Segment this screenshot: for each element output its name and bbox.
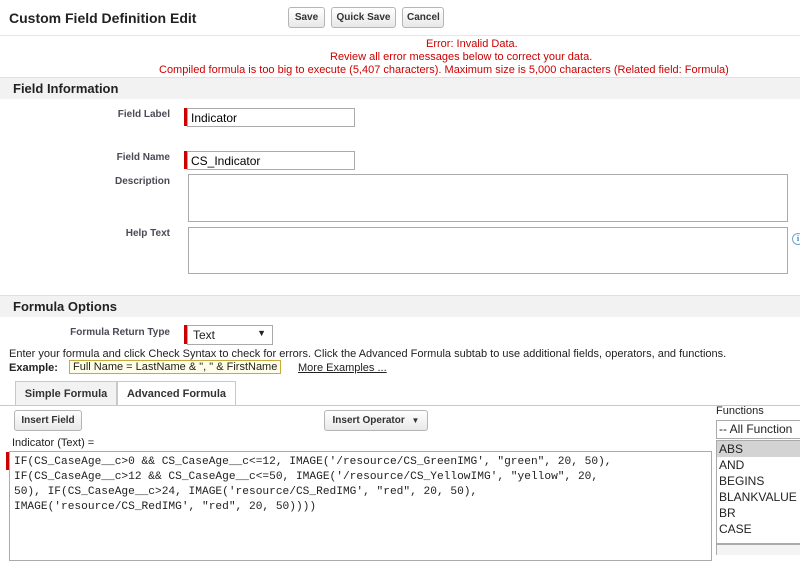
- insert-field-button[interactable]: Insert Field: [14, 410, 82, 431]
- tab-simple-formula[interactable]: Simple Formula: [15, 381, 117, 405]
- description-label: Description: [114, 176, 170, 187]
- field-label-label: Field Label: [117, 109, 170, 120]
- page-title: Custom Field Definition Edit: [9, 10, 197, 26]
- tab-advanced-formula[interactable]: Advanced Formula: [117, 381, 236, 406]
- select-value: Text: [193, 328, 216, 342]
- example-value: Full Name = LastName & ", " & FirstName: [69, 360, 282, 374]
- save-button[interactable]: Save: [288, 7, 325, 28]
- insert-operator-label: Insert Operator: [332, 415, 405, 426]
- quick-save-button[interactable]: Quick Save: [331, 7, 396, 28]
- functions-list[interactable]: ABS AND BEGINS BLANKVALUE BR CASE: [716, 440, 800, 544]
- formula-label: Indicator (Text) =: [12, 437, 95, 449]
- dropdown-arrow-icon: ▼: [411, 416, 420, 425]
- dropdown-arrow-icon: ▼: [257, 328, 266, 338]
- list-item[interactable]: AND: [717, 457, 800, 473]
- section-title: Formula Options: [13, 299, 117, 314]
- formula-text: IF(CS_CaseAge__c>0 && CS_CaseAge__c<=12,…: [14, 456, 612, 513]
- tab-divider: [0, 405, 800, 406]
- list-item[interactable]: CASE: [717, 521, 800, 537]
- formula-instructions: Enter your formula and click Check Synta…: [9, 348, 727, 360]
- list-item[interactable]: BR: [717, 505, 800, 521]
- functions-label: Functions: [716, 405, 764, 417]
- list-item[interactable]: BLANKVALUE: [717, 489, 800, 505]
- field-label-input[interactable]: [187, 108, 355, 127]
- error-title: Error: Invalid Data.: [426, 38, 518, 50]
- section-title: Field Information: [13, 81, 119, 96]
- field-information-section: Field Information: [0, 77, 800, 99]
- more-examples-link[interactable]: More Examples ...: [298, 362, 387, 374]
- field-name-label: Field Name: [116, 152, 170, 163]
- cancel-button[interactable]: Cancel: [402, 7, 444, 28]
- help-text-textarea[interactable]: [188, 227, 788, 274]
- select-value: -- All Function: [719, 422, 793, 436]
- formula-return-type-select[interactable]: Text ▼: [187, 325, 273, 345]
- insert-operator-button[interactable]: Insert Operator ▼: [324, 410, 428, 431]
- error-message: Compiled formula is too big to execute (…: [159, 64, 729, 76]
- list-item[interactable]: BEGINS: [717, 473, 800, 489]
- error-subtitle: Review all error messages below to corre…: [330, 51, 593, 63]
- header-divider: [0, 35, 800, 36]
- formula-return-type-label: Formula Return Type: [70, 327, 170, 338]
- formula-options-section: Formula Options: [0, 295, 800, 317]
- insert-selected-function-button[interactable]: [716, 544, 800, 555]
- example-label: Example:: [9, 362, 58, 374]
- field-name-input[interactable]: [187, 151, 355, 170]
- info-icon[interactable]: i: [792, 233, 800, 245]
- list-item[interactable]: ABS: [717, 441, 800, 457]
- formula-editor[interactable]: IF(CS_CaseAge__c>0 && CS_CaseAge__c<=12,…: [9, 451, 712, 561]
- help-text-label: Help Text: [125, 228, 170, 239]
- function-category-select[interactable]: -- All Function: [716, 420, 800, 439]
- description-textarea[interactable]: [188, 174, 788, 222]
